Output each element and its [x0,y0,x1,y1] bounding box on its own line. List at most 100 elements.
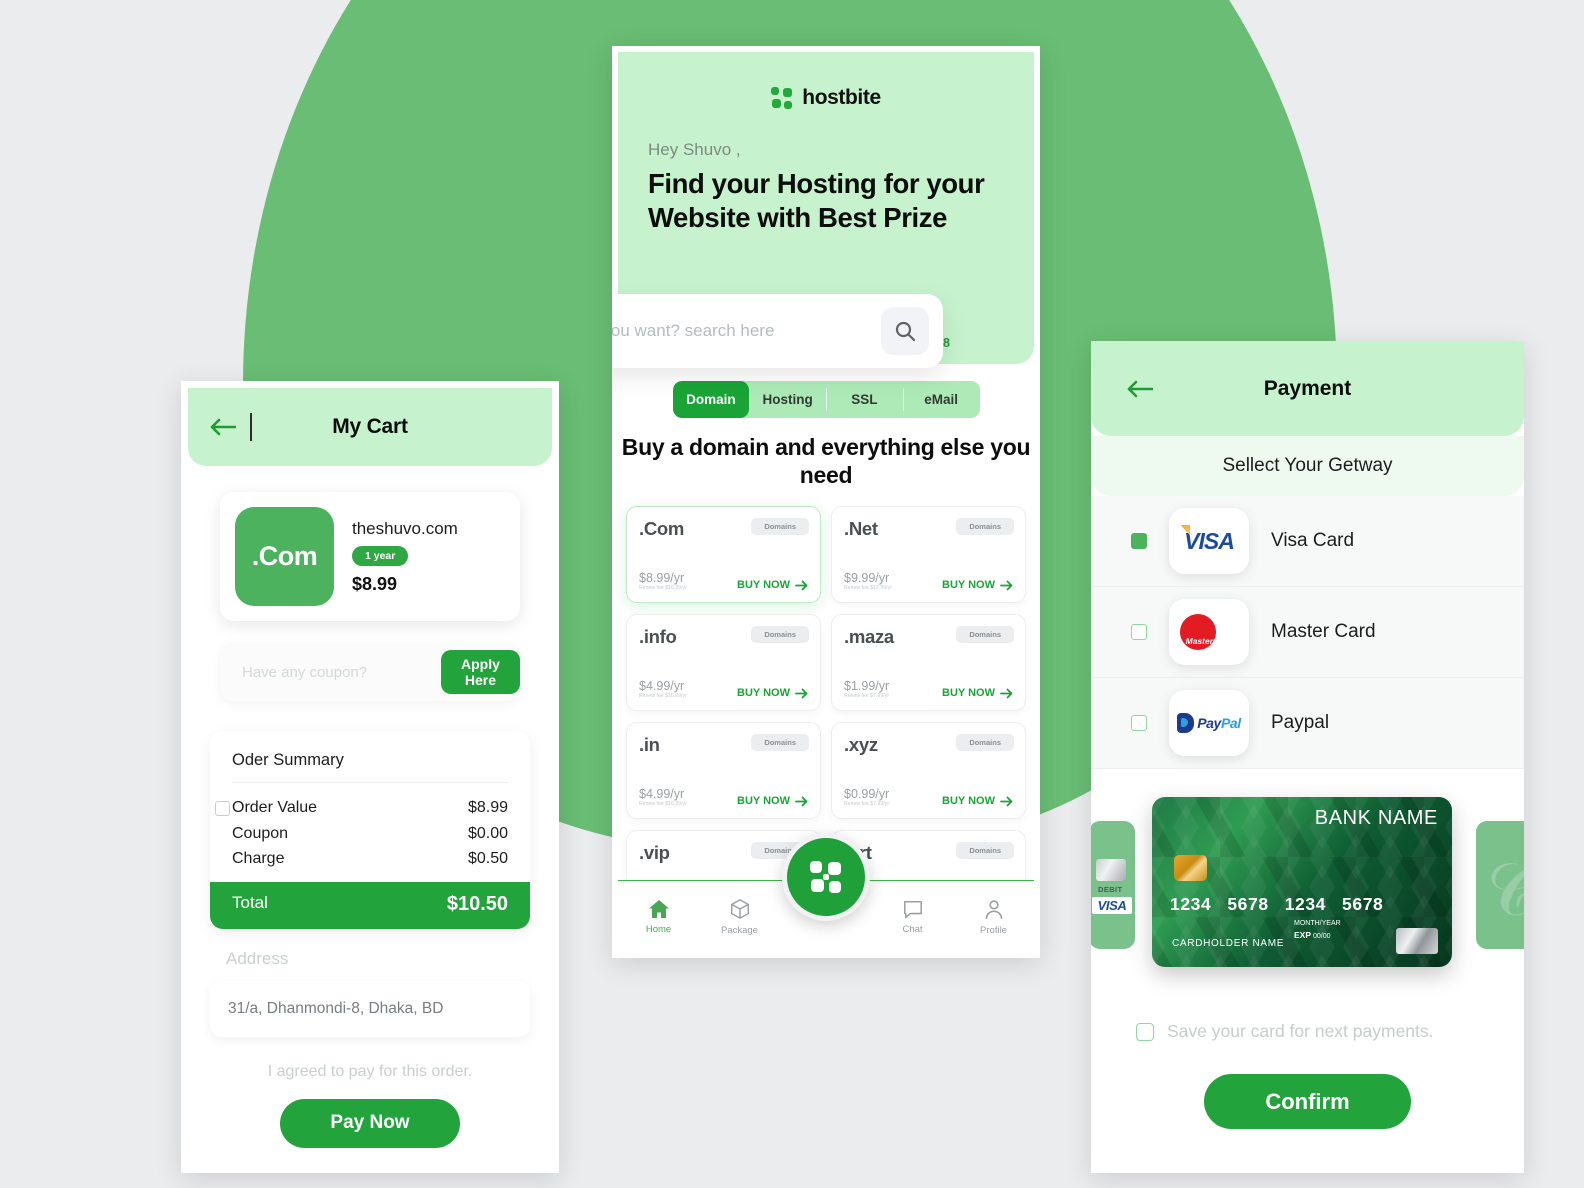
chat-icon [903,900,922,918]
domain-renew-fee: Renew fee $10.99/yr [639,585,688,592]
buy-now-label: BUY NOW [942,579,995,592]
buy-now-label: BUY NOW [737,579,790,592]
summary-total-row: Total $10.50 [210,881,530,929]
save-card-row[interactable]: Save your card for next payments. [1091,997,1524,1042]
domain-price: $4.99/yr [639,786,685,801]
nav-label-package: Package [721,924,758,936]
gateway-checkbox-mastercard[interactable] [1131,624,1147,640]
address-input[interactable] [228,999,512,1018]
coupon-input[interactable] [242,663,441,681]
summary-label: Order Value [232,799,318,816]
gateway-label-paypal: Paypal [1271,712,1330,733]
paypal-logo-icon: PayPal [1169,690,1249,756]
save-card-checkbox[interactable] [1136,1022,1154,1041]
domain-card[interactable]: .Net Domains $9.99/yr Renew fee $12.99/y… [831,506,1026,604]
coupon-row: Apply Here [220,643,520,701]
arrow-right-icon [1000,796,1013,807]
tab-hosting[interactable]: Hosting [749,381,826,418]
domain-card[interactable]: .maza Domains $1.99/yr Renew fee $7.99/y… [831,614,1026,712]
arrow-right-icon [1000,688,1013,699]
nav-item-package[interactable]: Package [699,898,780,936]
domain-card[interactable]: .Com Domains $8.99/yr Renew fee $10.99/y… [626,506,821,604]
gateway-row-mastercard[interactable]: MasterCard Master Card [1091,587,1524,678]
total-value: $10.50 [446,892,508,915]
domain-price: $0.99/yr [844,786,890,801]
cart-line-item[interactable]: .Com theshuvo.com 1 year $8.99 [220,492,520,621]
nav-item-profile[interactable]: Profile [953,898,1034,936]
summary-label: Charge [232,850,285,868]
cart-term-badge: 1 year [352,545,409,566]
coupon-checkbox[interactable] [215,801,230,816]
buy-now-button[interactable]: BUY NOW [737,579,808,591]
side-card-right[interactable] [1476,821,1524,949]
summary-value: $0.50 [467,850,508,868]
tab-domain[interactable]: Domain [672,381,750,418]
domain-card[interactable]: .xyz Domains $0.99/yr Renew fee $7.99/yr… [831,722,1026,820]
domain-chip: Domains [751,734,809,752]
buy-now-button[interactable]: BUY NOW [942,579,1013,591]
summary-value: $0.00 [467,824,508,842]
arrow-right-icon [795,580,808,591]
buy-now-button[interactable]: BUY NOW [942,795,1013,807]
search-input[interactable] [612,321,873,341]
apply-coupon-button[interactable]: Apply Here [441,650,520,694]
side-card-left[interactable]: DEBIT VISA [1091,821,1135,949]
order-summary-card: Oder Summary Order Value $8.99 Coupon $0… [210,731,530,929]
bank-card-preview[interactable]: BANK NAME 1234 5678 1234 5678 MONTH/YEAR… [1152,797,1452,967]
nav-label-home: Home [645,923,672,935]
buy-now-button[interactable]: BUY NOW [737,687,808,699]
confirm-button[interactable]: Confirm [1204,1074,1411,1129]
agreement-text: I agreed to pay for this order. [267,1062,473,1080]
apps-fab-button[interactable] [782,833,870,921]
tab-ssl[interactable]: SSL [826,381,903,418]
domain-chip: Domains [751,518,809,536]
greeting-text: Hey Shuvo , [648,140,741,159]
tab-email[interactable]: eMail [902,381,980,418]
summary-label: Coupon [232,824,289,842]
summary-row-charge: Charge $0.50 [232,846,508,872]
card-number-group: 1234 [1170,894,1212,914]
summary-value: $8.99 [467,799,508,816]
search-button[interactable] [881,307,929,355]
buy-now-button[interactable]: BUY NOW [737,795,808,807]
domain-renew-fee: Renew fee $12.99/yr [844,585,893,592]
buy-now-label: BUY NOW [942,795,995,808]
mastercard-logo-icon: MasterCard [1169,599,1249,665]
arrow-right-icon [795,796,808,807]
gateway-row-visa[interactable]: VISA Visa Card [1091,496,1524,587]
pay-now-button[interactable]: Pay Now [280,1098,460,1148]
summary-rows: Order Value $8.99 Coupon $0.00 Charge $0… [210,783,530,882]
search-icon [895,321,916,342]
card-number: 1234 5678 1234 5678 [1170,894,1434,915]
search-bar [612,294,943,368]
gateway-checkbox-visa[interactable] [1131,533,1147,549]
cart-header: My Cart [188,388,552,466]
gateway-checkbox-paypal[interactable] [1131,715,1147,731]
domain-renew-fee: Renew fee $7.99/yr [844,801,890,808]
card-number-group: 5678 [1342,894,1384,914]
card-carousel: DEBIT VISA BANK NAME 1234 5678 1234 5678… [1091,769,1524,997]
card-expiry-caption: MONTH/YEAR [1294,920,1341,927]
hero-title: Find your Hosting for your Website with … [648,168,985,234]
domain-card[interactable]: .in Domains $4.99/yr Renew fee $10.99/yr… [626,722,821,820]
page-title: My Cart [332,415,408,438]
nav-item-home[interactable]: Home [618,899,699,935]
profile-icon [985,899,1002,919]
brand-logo: hostbite [648,52,1004,110]
buy-now-label: BUY NOW [737,795,790,808]
category-tabs: Domain Hosting SSL eMail [672,381,980,418]
gateway-subtitle: Sellect Your Getway [1091,436,1524,496]
card-number-group: 5678 [1227,894,1269,914]
buy-now-button[interactable]: BUY NOW [942,687,1013,699]
card-expiry-value: 00/00 [1312,933,1331,941]
domain-chip: Domains [956,734,1014,752]
nav-item-chat[interactable]: Chat [872,899,953,935]
gateway-row-paypal[interactable]: PayPal Paypal [1091,678,1524,769]
domain-renew-fee: Renew fee $10.99/yr [639,693,688,700]
domain-card[interactable]: .info Domains $4.99/yr Renew fee $10.99/… [626,614,821,712]
domain-price: $4.99/yr [639,678,685,693]
buy-now-label: BUY NOW [942,687,995,700]
cart-domain-name: theshuvo.com [352,518,458,538]
domain-price: $9.99/yr [844,570,890,585]
order-summary-title: Oder Summary [232,751,344,769]
